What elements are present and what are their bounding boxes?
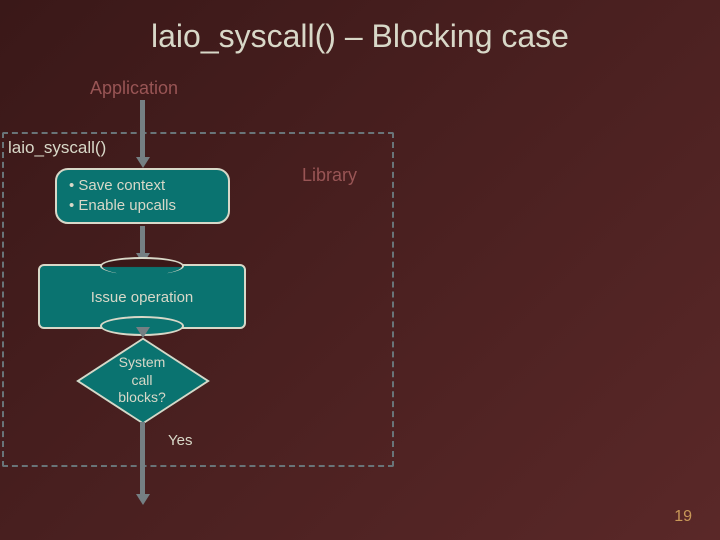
arrow-app-to-save bbox=[140, 100, 145, 158]
save-line2: • Enable upcalls bbox=[69, 196, 216, 216]
library-label: Library bbox=[302, 165, 357, 186]
issue-operation-text: Issue operation bbox=[91, 288, 194, 305]
application-label: Application bbox=[90, 78, 178, 99]
save-line1: • Save context bbox=[69, 176, 216, 196]
arrow-save-to-issue bbox=[140, 226, 145, 254]
yes-label: Yes bbox=[168, 432, 192, 449]
arrow-decision-down bbox=[140, 422, 145, 495]
save-context-box: • Save context • Enable upcalls bbox=[55, 168, 230, 224]
page-number: 19 bbox=[674, 508, 692, 526]
syscall-label: laio_syscall() bbox=[8, 138, 106, 158]
decision-text: System call blocks? bbox=[118, 354, 165, 407]
issue-operation-box: Issue operation bbox=[38, 264, 246, 329]
decision-line3: blocks? bbox=[118, 389, 165, 407]
slide-title: laio_syscall() – Blocking case bbox=[0, 18, 720, 55]
decision-line2: call bbox=[118, 371, 165, 389]
decision-line1: System bbox=[118, 354, 165, 372]
decision-box: System call blocks? bbox=[62, 335, 222, 425]
